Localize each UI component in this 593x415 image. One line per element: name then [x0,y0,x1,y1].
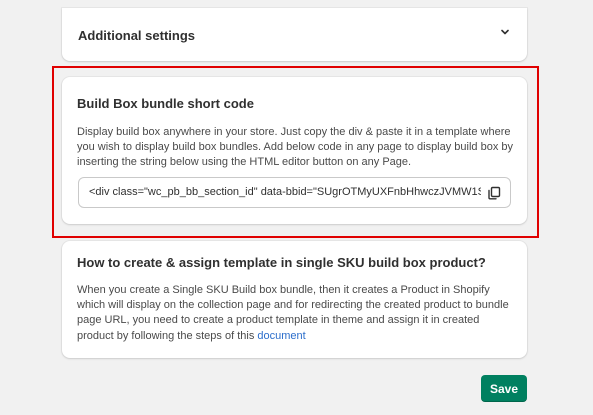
chevron-down-icon[interactable] [499,26,511,38]
template-help-title: How to create & assign template in singl… [77,255,486,270]
template-help-description: When you create a Single SKU Build box b… [77,283,517,344]
shortcode-field[interactable]: <div class="wc_pb_bb_section_id" data-bb… [78,177,511,208]
document-link[interactable]: document [257,330,305,342]
template-help-card: How to create & assign template in singl… [62,241,527,358]
shortcode-title: Build Box bundle short code [77,96,254,111]
additional-settings-title: Additional settings [78,28,195,43]
copy-icon[interactable] [486,185,502,201]
save-button[interactable]: Save [481,375,527,402]
shortcode-value[interactable]: <div class="wc_pb_bb_section_id" data-bb… [89,186,481,198]
shortcode-card: Build Box bundle short code Display buil… [62,77,527,224]
additional-settings-card[interactable]: Additional settings [62,8,527,61]
shortcode-description: Display build box anywhere in your store… [77,126,514,168]
